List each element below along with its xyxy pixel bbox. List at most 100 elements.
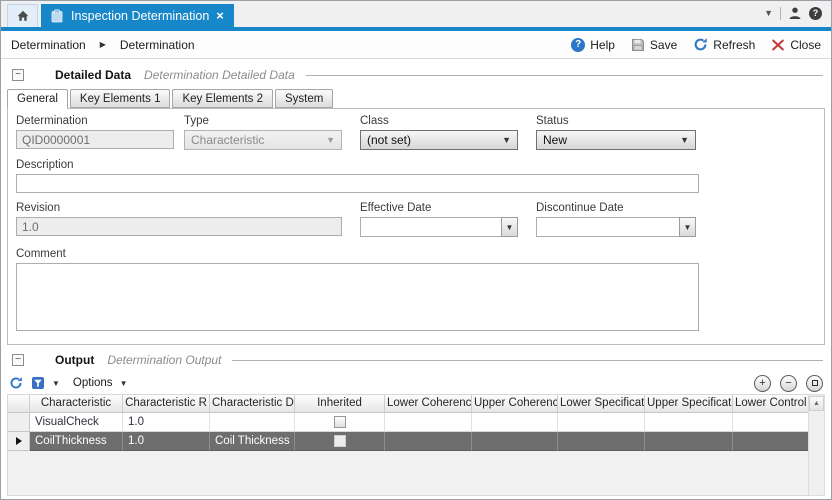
save-button[interactable]: Save	[631, 38, 677, 52]
table-row-selected[interactable]: CoilThickness 1.0 Coil Thickness	[8, 432, 808, 451]
revision-field[interactable]	[16, 217, 342, 236]
inherited-checkbox[interactable]	[334, 416, 346, 428]
col-header-upper-coherence[interactable]: Upper Coherenc	[472, 395, 558, 413]
effective-date-picker[interactable]: ▼	[360, 217, 518, 237]
home-tab[interactable]	[7, 4, 38, 27]
refresh-button[interactable]: Refresh	[693, 37, 755, 52]
description-field[interactable]	[16, 174, 699, 193]
col-header-characteristic-d[interactable]: Characteristic D	[210, 395, 295, 413]
cell-upper-coherence[interactable]	[472, 413, 558, 432]
cell-inherited[interactable]	[295, 432, 385, 451]
breadcrumb-item[interactable]: Determination	[120, 38, 195, 52]
date-dropdown-icon[interactable]: ▼	[679, 217, 696, 237]
comment-field[interactable]	[16, 263, 699, 331]
cell-upper-specification[interactable]	[645, 432, 733, 451]
add-row-button[interactable]: +	[754, 375, 771, 392]
vertical-scrollbar[interactable]: ▲	[808, 394, 825, 496]
revision-label: Revision	[16, 202, 342, 214]
tab-key-elements-2[interactable]: Key Elements 2	[172, 89, 273, 108]
col-header-lower-coherence[interactable]: Lower Coherenc	[385, 395, 472, 413]
cell-lower-coherence[interactable]	[385, 432, 472, 451]
comment-label: Comment	[16, 248, 699, 260]
class-dropdown[interactable]: (not set) ▼	[360, 130, 518, 150]
status-value: New	[543, 133, 567, 147]
help-circle-icon: ?	[571, 38, 585, 52]
user-icon[interactable]	[788, 6, 802, 20]
discontinue-date-label: Discontinue Date	[536, 202, 696, 214]
collapse-icon[interactable]: −	[12, 69, 24, 81]
filter-dropdown-icon[interactable]: ▼	[52, 379, 60, 388]
cell-lower-coherence[interactable]	[385, 413, 472, 432]
cell-lower-control-limit[interactable]	[733, 413, 808, 432]
cell-characteristic[interactable]: CoilThickness	[30, 432, 123, 451]
col-header-lower-control-limit[interactable]: Lower Control Li	[733, 395, 808, 413]
breadcrumb-item[interactable]: Determination	[11, 38, 86, 52]
tab-key-elements-1[interactable]: Key Elements 1	[70, 89, 171, 108]
cell-inherited[interactable]	[295, 413, 385, 432]
determination-field[interactable]	[16, 130, 174, 149]
breadcrumb: Determination ▶ Determination	[11, 38, 195, 52]
grid-refresh-icon[interactable]	[9, 376, 23, 390]
cell-characteristic-d[interactable]	[210, 413, 295, 432]
detailed-data-section-header: − Detailed Data Determination Detailed D…	[7, 66, 825, 84]
remove-row-button[interactable]: −	[780, 375, 797, 392]
date-dropdown-icon[interactable]: ▼	[501, 217, 518, 237]
save-icon	[631, 38, 645, 52]
cell-characteristic-r[interactable]: 1.0	[123, 413, 210, 432]
row-header-cell[interactable]	[8, 413, 30, 432]
app-window: Inspection Determination × ▼ ? Determina…	[0, 0, 832, 500]
discontinue-date-field[interactable]	[536, 217, 679, 237]
output-toolbar: ▼ Options ▼ + −	[7, 372, 825, 394]
output-section-header: − Output Determination Output	[7, 351, 825, 369]
col-header-characteristic-r[interactable]: Characteristic R	[123, 395, 210, 413]
command-actions: ? Help Save Refresh	[571, 37, 821, 52]
filter-icon[interactable]	[31, 376, 45, 390]
current-row-icon	[16, 437, 22, 445]
scroll-up-icon[interactable]: ▲	[809, 396, 824, 411]
cell-lower-specification[interactable]	[558, 413, 645, 432]
collapse-icon[interactable]: −	[12, 354, 24, 366]
col-header-characteristic[interactable]: Characteristic	[30, 395, 123, 413]
detail-view-button[interactable]	[806, 375, 823, 392]
tab-inspection-determination[interactable]: Inspection Determination ×	[41, 4, 234, 27]
section-rule	[306, 75, 823, 76]
inherited-checkbox[interactable]	[334, 435, 346, 447]
cell-upper-coherence[interactable]	[472, 432, 558, 451]
tab-close-icon[interactable]: ×	[216, 9, 224, 22]
cell-lower-control-limit[interactable]	[733, 432, 808, 451]
chevron-down-icon: ▼	[502, 135, 511, 145]
class-label: Class	[360, 115, 518, 127]
chevron-down-icon: ▼	[680, 135, 689, 145]
effective-date-field[interactable]	[360, 217, 501, 237]
cell-characteristic-d[interactable]: Coil Thickness	[210, 432, 295, 451]
cell-characteristic[interactable]: VisualCheck	[30, 413, 123, 432]
options-dropdown-icon[interactable]: ▼	[120, 379, 128, 388]
square-icon	[812, 380, 818, 386]
determination-label: Determination	[16, 115, 174, 127]
grid-empty-area	[8, 451, 808, 495]
help-button[interactable]: ? Help	[571, 38, 615, 52]
table-row[interactable]: VisualCheck 1.0	[8, 413, 808, 432]
refresh-icon	[693, 37, 708, 52]
type-dropdown[interactable]: Characteristic ▼	[184, 130, 342, 150]
col-header-lower-specification[interactable]: Lower Specificat	[558, 395, 645, 413]
row-header-cell[interactable]	[8, 432, 30, 451]
tab-general[interactable]: General	[7, 89, 68, 109]
tab-list-dropdown-icon[interactable]: ▼	[764, 8, 773, 18]
discontinue-date-picker[interactable]: ▼	[536, 217, 696, 237]
col-header-inherited[interactable]: Inherited	[295, 395, 385, 413]
help-icon[interactable]: ?	[809, 7, 822, 20]
col-header-upper-specification[interactable]: Upper Specificat	[645, 395, 733, 413]
options-menu[interactable]: Options	[73, 377, 113, 389]
section-subtitle: Determination Output	[107, 353, 221, 367]
chevron-down-icon: ▼	[326, 135, 335, 145]
status-dropdown[interactable]: New ▼	[536, 130, 696, 150]
row-header-corner	[8, 395, 30, 413]
cell-lower-specification[interactable]	[558, 432, 645, 451]
refresh-label: Refresh	[713, 38, 755, 52]
cell-upper-specification[interactable]	[645, 413, 733, 432]
cell-characteristic-r[interactable]: 1.0	[123, 432, 210, 451]
close-button[interactable]: Close	[771, 38, 821, 52]
tab-system[interactable]: System	[275, 89, 333, 108]
breadcrumb-arrow-icon: ▶	[100, 40, 106, 49]
